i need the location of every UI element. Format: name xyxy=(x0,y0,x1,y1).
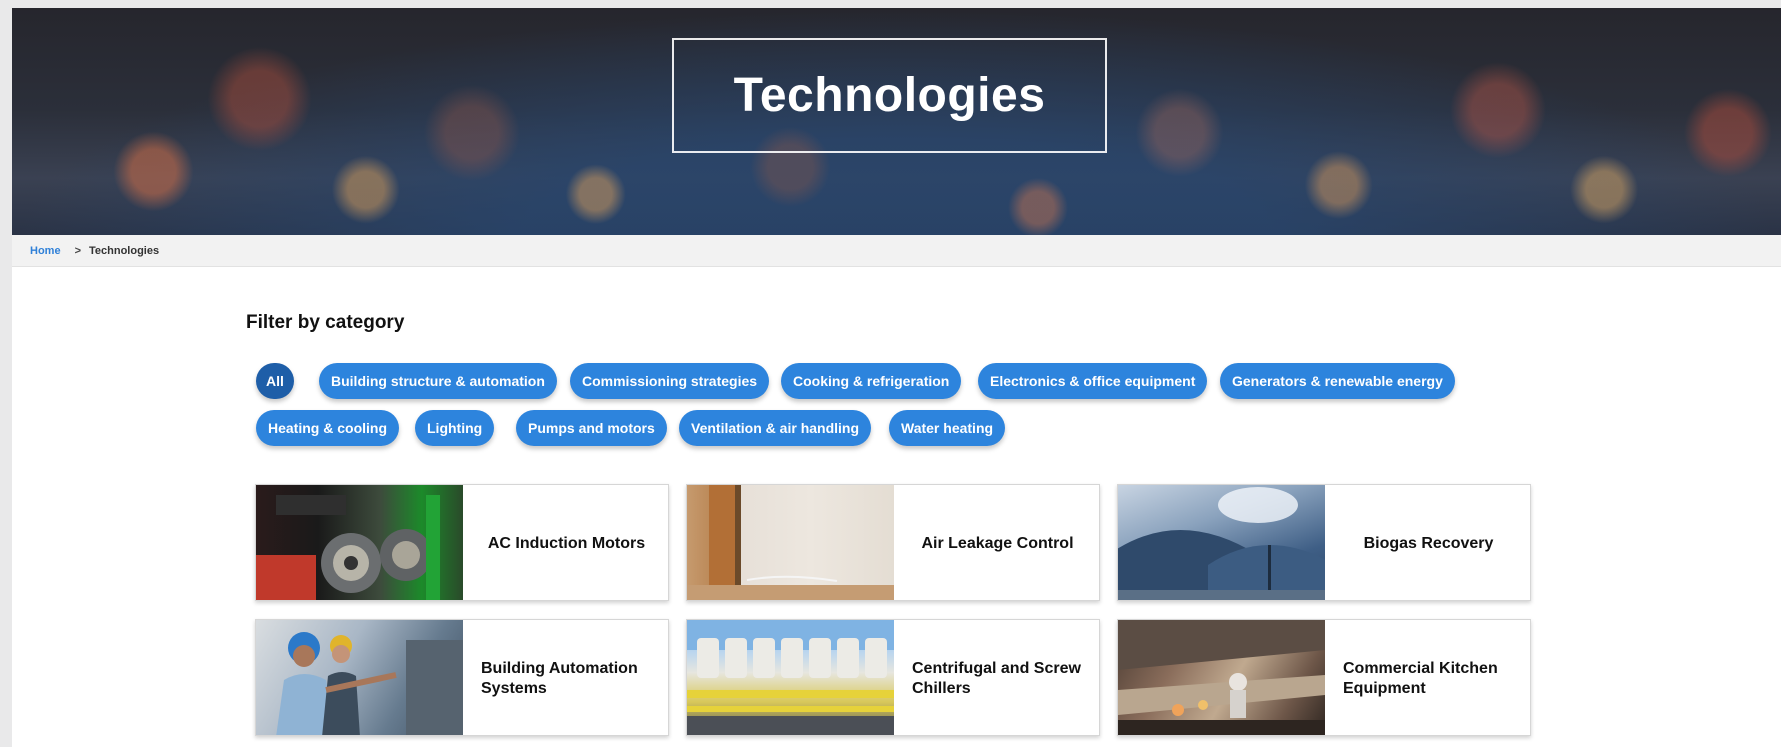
filter-pill-cooking-refrigeration[interactable]: Cooking & refrigeration xyxy=(781,363,962,399)
card-image-chillers xyxy=(687,620,894,735)
window-frame-photo-icon xyxy=(687,485,894,600)
card-title: AC Induction Motors xyxy=(487,534,646,552)
filter-pill-all[interactable]: All xyxy=(256,363,294,399)
filter-heading: Filter by category xyxy=(246,312,405,333)
card-air-leakage-control[interactable]: Air Leakage Control xyxy=(686,484,1100,601)
card-title: Air Leakage Control xyxy=(921,534,1074,552)
filter-pill-ventilation[interactable]: Ventilation & air handling xyxy=(679,410,872,446)
card-title: Biogas Recovery xyxy=(1363,534,1494,552)
card-title: Centrifugal and Screw Chillers xyxy=(912,659,1081,697)
filter-pill-generators[interactable]: Generators & renewable energy xyxy=(1220,363,1455,399)
card-commercial-kitchen-equipment[interactable]: Commercial Kitchen Equipment xyxy=(1117,619,1531,736)
card-image-air-leakage xyxy=(687,485,894,600)
card-title: Commercial Kitchen Equipment xyxy=(1343,659,1498,697)
card-ac-induction-motors[interactable]: AC Induction Motors xyxy=(255,484,669,601)
filter-pill-water-heating[interactable]: Water heating xyxy=(889,410,1006,446)
chillers-photo-icon xyxy=(687,620,894,735)
card-building-automation-systems[interactable]: Building Automation Systems xyxy=(255,619,669,736)
card-title: Building Automation Systems xyxy=(481,659,638,697)
filter-pill-commissioning[interactable]: Commissioning strategies xyxy=(570,363,770,399)
filter-pill-pumps-motors[interactable]: Pumps and motors xyxy=(516,410,667,446)
breadcrumb: Home > Technologies xyxy=(12,235,1781,267)
hero-banner: Technologies xyxy=(12,8,1781,235)
breadcrumb-separator: > xyxy=(74,244,81,257)
technicians-photo-icon xyxy=(276,632,463,735)
card-biogas-recovery[interactable]: Biogas Recovery xyxy=(1117,484,1531,601)
card-image-motors xyxy=(256,485,463,600)
card-image-biogas xyxy=(1118,485,1325,600)
filter-pill-building-structure[interactable]: Building structure & automation xyxy=(319,363,557,399)
filter-pill-lighting[interactable]: Lighting xyxy=(415,410,495,446)
biogas-tanks-photo-icon xyxy=(1118,487,1325,600)
breadcrumb-current: Technologies xyxy=(89,244,160,257)
card-centrifugal-screw-chillers[interactable]: Centrifugal and Screw Chillers xyxy=(686,619,1100,736)
filter-pill-heating-cooling[interactable]: Heating & cooling xyxy=(256,410,399,446)
commercial-kitchen-photo-icon xyxy=(1118,620,1325,735)
breadcrumb-home-link[interactable]: Home xyxy=(30,245,61,257)
page-title: Technologies xyxy=(733,69,1046,122)
motors-photo-icon xyxy=(256,495,440,600)
filter-pill-electronics[interactable]: Electronics & office equipment xyxy=(978,363,1208,399)
card-image-kitchen xyxy=(1118,620,1325,735)
card-image-building-automation xyxy=(256,620,463,735)
hero-title-box: Technologies xyxy=(672,38,1107,153)
